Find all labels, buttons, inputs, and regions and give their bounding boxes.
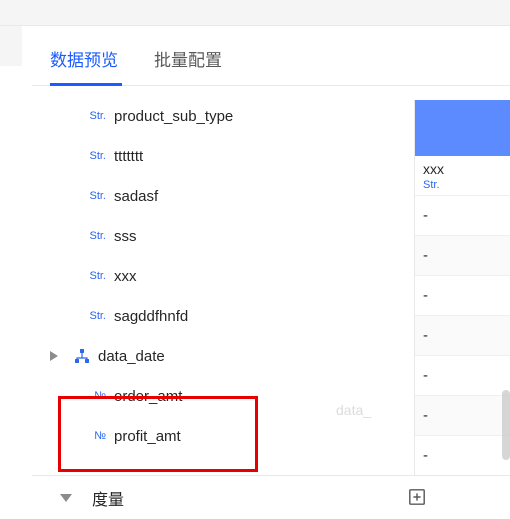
expand-icon[interactable]	[50, 351, 60, 362]
type-badge-string: Str.	[80, 190, 106, 202]
type-badge-string: Str.	[80, 270, 106, 282]
field-name: ttttttt	[114, 148, 143, 165]
preview-cell: -	[415, 196, 510, 236]
field-name: data_date	[98, 348, 165, 365]
type-badge-string: Str.	[80, 230, 106, 242]
type-badge-string: Str.	[80, 150, 106, 162]
add-icon[interactable]	[408, 488, 426, 506]
preview-cell: -	[415, 356, 510, 396]
column-header-blue[interactable]	[415, 100, 510, 156]
field-name: sadasf	[114, 188, 158, 205]
type-badge-string: Str.	[80, 110, 106, 122]
preview-cell-type: Str.	[423, 179, 502, 191]
scrollbar-thumb[interactable]	[502, 390, 510, 460]
preview-cell-value: xxx	[423, 161, 502, 177]
preview-cell: -	[415, 276, 510, 316]
field-name: xxx	[114, 268, 137, 285]
tabs-bar: 数据预览 批量配置	[32, 26, 510, 86]
preview-cell: -	[415, 316, 510, 356]
left-gutter	[0, 26, 22, 66]
field-name: sagddfhnfd	[114, 308, 188, 325]
field-name: sss	[114, 228, 137, 245]
field-name: product_sub_type	[114, 108, 233, 125]
type-badge-number: №	[80, 430, 106, 442]
preview-cell: -	[415, 436, 510, 476]
collapse-icon[interactable]	[60, 489, 72, 507]
preview-cell-header: xxx Str.	[415, 156, 510, 196]
field-name: order_amt	[114, 388, 182, 405]
tab-batch-config[interactable]: 批量配置	[154, 46, 222, 85]
type-badge-string: Str.	[80, 310, 106, 322]
field-name: profit_amt	[114, 428, 181, 445]
preview-cell: -	[415, 236, 510, 276]
hierarchy-icon	[64, 347, 90, 365]
right-preview-column: xxx Str. - - - - - - -	[414, 100, 510, 476]
type-badge-number: №	[80, 390, 106, 402]
tab-data-preview[interactable]: 数据预览	[50, 46, 118, 85]
top-toolbar-strip	[0, 0, 510, 26]
preview-cell: -	[415, 396, 510, 436]
section-title: 度量	[92, 486, 408, 510]
section-footer: 度量	[32, 475, 510, 519]
